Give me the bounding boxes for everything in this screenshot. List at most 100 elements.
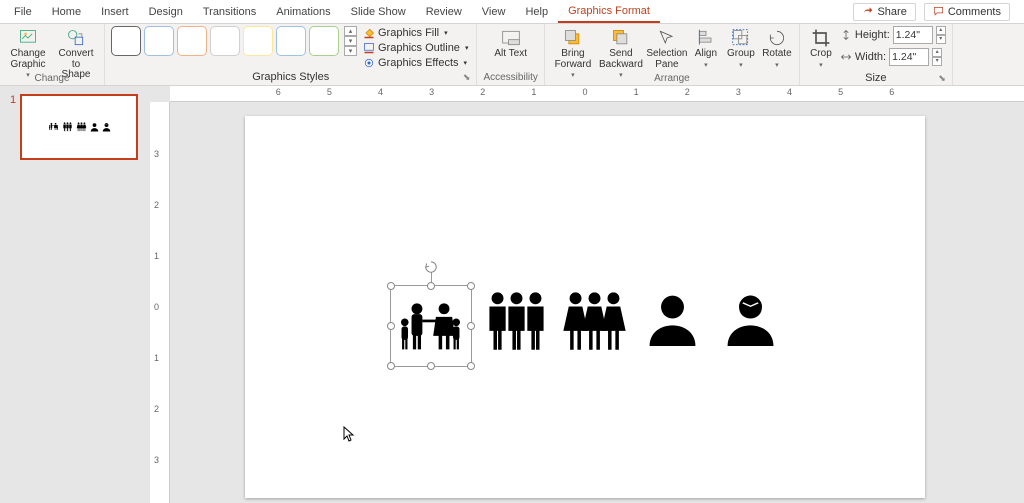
size-launcher[interactable]: ⬊	[938, 73, 946, 84]
bust-hair-icon[interactable]	[723, 291, 778, 346]
tab-slideshow[interactable]: Slide Show	[341, 2, 416, 22]
align-label: Align	[695, 49, 717, 60]
share-icon	[862, 6, 873, 17]
slide-canvas[interactable]: 6543210123456 3210123	[150, 86, 1024, 503]
style-swatch-3[interactable]	[177, 26, 207, 56]
width-field[interactable]: Width: ▴▾	[840, 48, 946, 66]
slide[interactable]	[245, 116, 925, 498]
tab-insert[interactable]: Insert	[91, 2, 139, 22]
rotation-handle[interactable]	[424, 260, 438, 274]
alt-text-label: Alt Text	[494, 49, 527, 60]
send-backward-label: Send Backward	[599, 49, 643, 70]
share-button[interactable]: Share	[853, 3, 915, 21]
three-women-icon[interactable]	[562, 286, 627, 354]
change-graphic-label: Change Graphic	[8, 49, 48, 70]
slide-thumbnail-1[interactable]	[20, 94, 138, 160]
handle-ne[interactable]	[467, 282, 475, 290]
tab-transitions[interactable]: Transitions	[193, 2, 266, 22]
send-backward-icon	[611, 28, 631, 48]
effects-label: Graphics Effects	[378, 57, 459, 69]
graphics-fill-button[interactable]: Graphics Fill▾	[361, 26, 470, 40]
selection-pane-button[interactable]: Selection Pane	[647, 26, 687, 72]
rotate-label: Rotate	[762, 49, 791, 60]
tab-strip: File Home Insert Design Transitions Anim…	[0, 0, 1024, 24]
tab-review[interactable]: Review	[416, 2, 472, 22]
tab-file[interactable]: File	[4, 2, 42, 22]
style-swatch-6[interactable]	[276, 26, 306, 56]
handle-w[interactable]	[387, 322, 395, 330]
vertical-ruler: 3210123	[150, 102, 170, 503]
effects-icon	[363, 57, 375, 69]
style-swatch-7[interactable]	[309, 26, 339, 56]
comments-button[interactable]: Comments	[924, 3, 1010, 21]
tab-animations[interactable]: Animations	[266, 2, 340, 22]
fill-label: Graphics Fill	[378, 27, 439, 39]
handle-sw[interactable]	[387, 362, 395, 370]
handle-nw[interactable]	[387, 282, 395, 290]
style-swatch-5[interactable]	[243, 26, 273, 56]
style-gallery[interactable]: ▴▾▾	[111, 26, 357, 56]
tab-design[interactable]: Design	[139, 2, 193, 22]
crop-icon	[811, 28, 831, 48]
horizontal-ruler: 6543210123456	[170, 86, 1024, 102]
ribbon: Change Graphic ▾ Convert to Shape Change…	[0, 24, 1024, 86]
handle-se[interactable]	[467, 362, 475, 370]
family-icon[interactable]	[398, 295, 463, 355]
align-icon	[696, 28, 716, 48]
thumbnail-pane[interactable]: 1	[0, 86, 150, 503]
tab-home[interactable]: Home	[42, 2, 91, 22]
group-change-label: Change	[6, 72, 98, 86]
outline-label: Graphics Outline	[378, 42, 460, 54]
group-arrange-label: Arrange	[551, 72, 793, 86]
rotate-icon	[767, 28, 787, 48]
style-swatch-2[interactable]	[144, 26, 174, 56]
tab-graphics-format[interactable]: Graphics Format	[558, 1, 660, 23]
height-field[interactable]: Height: ▴▾	[840, 26, 946, 44]
alt-text-button[interactable]: Alt Text	[489, 26, 533, 62]
crop-label: Crop	[810, 49, 832, 60]
tab-view[interactable]: View	[472, 2, 516, 22]
height-spinner[interactable]: ▴▾	[936, 26, 946, 44]
align-button[interactable]: Align▾	[691, 26, 721, 71]
share-label: Share	[877, 6, 906, 18]
mouse-cursor	[343, 426, 355, 445]
group-accessibility-label: Accessibility	[483, 71, 537, 85]
rotate-button[interactable]: Rotate▾	[761, 26, 793, 71]
selection-pane-label: Selection Pane	[646, 49, 687, 70]
width-label: Width:	[855, 51, 886, 63]
width-spinner[interactable]: ▴▾	[932, 48, 942, 66]
thumb-content	[48, 122, 111, 132]
group-styles-label: Graphics Styles⬊	[111, 70, 470, 85]
convert-shape-icon	[66, 28, 86, 48]
comments-icon	[933, 6, 944, 17]
comments-label: Comments	[948, 6, 1001, 18]
selection-pane-icon	[657, 28, 677, 48]
group-accessibility: Alt Text Accessibility	[477, 24, 544, 85]
group-icon	[731, 28, 751, 48]
width-input[interactable]	[889, 48, 929, 66]
gallery-scroll[interactable]: ▴▾▾	[344, 26, 357, 56]
styles-launcher[interactable]: ⬊	[463, 72, 471, 83]
fill-icon	[363, 27, 375, 39]
bring-forward-icon	[563, 28, 583, 48]
style-swatch-4[interactable]	[210, 26, 240, 56]
style-swatch-1[interactable]	[111, 26, 141, 56]
bring-forward-label: Bring Forward	[553, 49, 593, 70]
group-size-label: Size⬊	[806, 71, 946, 86]
group-styles: ▴▾▾ Graphics Fill▾ Graphics Outline▾ Gra…	[105, 24, 477, 85]
tab-help[interactable]: Help	[515, 2, 558, 22]
bust-icon[interactable]	[645, 291, 700, 346]
height-input[interactable]	[893, 26, 933, 44]
alt-text-icon	[501, 28, 521, 48]
slide-number: 1	[10, 94, 16, 160]
crop-button[interactable]: Crop▾	[806, 26, 836, 71]
handle-e[interactable]	[467, 322, 475, 330]
height-label: Height:	[855, 29, 890, 41]
handle-n[interactable]	[427, 282, 435, 290]
graphics-effects-button[interactable]: Graphics Effects▾	[361, 56, 470, 70]
graphics-outline-button[interactable]: Graphics Outline▾	[361, 41, 470, 55]
three-men-icon[interactable]	[484, 286, 549, 354]
change-graphic-icon	[18, 28, 38, 48]
handle-s[interactable]	[427, 362, 435, 370]
group-button[interactable]: Group▾	[725, 26, 757, 71]
